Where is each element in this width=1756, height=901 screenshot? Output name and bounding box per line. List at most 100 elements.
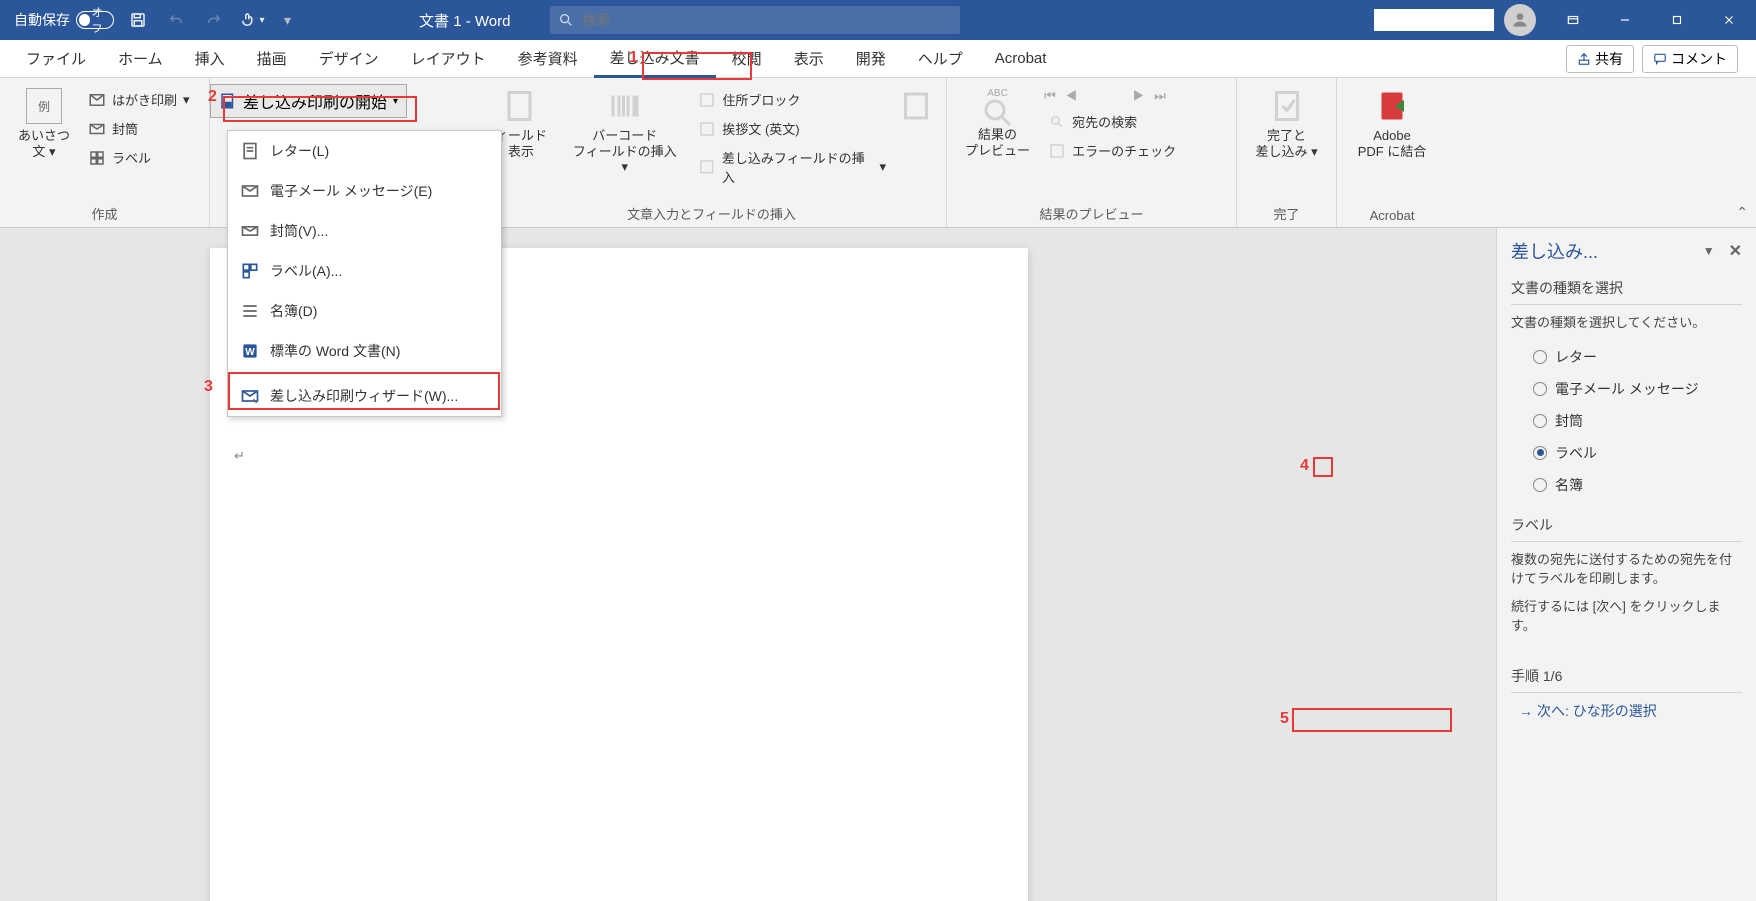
dropdown-directory[interactable]: 名簿(D) bbox=[228, 291, 501, 331]
record-nav[interactable]: ⏮ ◀ ▶ ⏭ bbox=[1044, 88, 1180, 104]
section-label-title: ラベル bbox=[1511, 515, 1742, 535]
letter-icon bbox=[240, 141, 260, 161]
share-icon bbox=[1577, 52, 1591, 66]
preview-results-button[interactable]: ABC 結果の プレビュー bbox=[957, 84, 1038, 162]
address-block-button[interactable]: 住所ブロック bbox=[694, 88, 890, 111]
directory-icon bbox=[240, 301, 260, 321]
next-step-link[interactable]: → 次へ: ひな形の選択 bbox=[1519, 701, 1742, 721]
barcode-button[interactable]: バーコード フィールドの挿入 ▾ bbox=[561, 84, 688, 179]
paragraph-mark: ↵ bbox=[234, 448, 245, 464]
autosave-label: 自動保存 bbox=[14, 10, 70, 30]
autosave-toggle[interactable]: 自動保存 オフ bbox=[14, 10, 114, 30]
radio-letter[interactable]: レター bbox=[1511, 341, 1742, 373]
wizard-icon bbox=[240, 386, 260, 406]
merge-field-icon bbox=[698, 158, 716, 176]
comment-icon bbox=[1653, 52, 1667, 66]
comment-button[interactable]: コメント bbox=[1642, 45, 1738, 73]
example-icon: 例 bbox=[26, 88, 62, 124]
barcode-icon bbox=[607, 88, 643, 124]
radio-label[interactable]: ラベル bbox=[1511, 437, 1742, 469]
insert-merge-field-button[interactable]: 差し込みフィールドの挿入 ▾ bbox=[694, 146, 890, 188]
taskpane-dropdown-icon[interactable]: ▼ bbox=[1703, 244, 1715, 258]
radio-email[interactable]: 電子メール メッセージ bbox=[1511, 373, 1742, 405]
search-box[interactable] bbox=[550, 6, 960, 34]
pdf-icon bbox=[1374, 88, 1410, 124]
radio-envelope[interactable]: 封筒 bbox=[1511, 405, 1742, 437]
radio-icon bbox=[1533, 350, 1547, 364]
start-mail-merge-dropdown: レター(L) 電子メール メッセージ(E) 封筒(V)... ラベル(A)...… bbox=[227, 130, 502, 417]
envelope-button[interactable]: 封筒 bbox=[84, 117, 194, 140]
dropdown-normal-word[interactable]: W 標準の Word 文書(N) bbox=[228, 331, 501, 371]
person-icon bbox=[1510, 10, 1530, 30]
tab-developer[interactable]: 開発 bbox=[840, 40, 902, 78]
tab-help[interactable]: ヘルプ bbox=[902, 40, 979, 78]
label-icon bbox=[88, 149, 106, 167]
section-doc-type-title: 文書の種類を選択 bbox=[1511, 278, 1742, 298]
mail-merge-task-pane: 差し込み... ▼ ✕ 文書の種類を選択 文書の種類を選択してください。 レター… bbox=[1496, 228, 1756, 901]
tab-references[interactable]: 参考資料 bbox=[502, 40, 594, 78]
dropdown-email[interactable]: 電子メール メッセージ(E) bbox=[228, 171, 501, 211]
group-finish-label: 完了 bbox=[1247, 200, 1326, 225]
undo-button[interactable] bbox=[162, 6, 190, 34]
envelope-icon bbox=[88, 120, 106, 138]
group-preview-label: 結果のプレビュー bbox=[957, 200, 1226, 225]
comment-label: コメント bbox=[1671, 49, 1727, 69]
collapse-ribbon-button[interactable]: ⌃ bbox=[1736, 204, 1748, 221]
maximize-button[interactable] bbox=[1652, 0, 1702, 40]
tab-design[interactable]: デザイン bbox=[303, 40, 395, 78]
document-title: 文書 1 - Word bbox=[419, 10, 510, 31]
labels-dd-icon bbox=[240, 261, 260, 281]
section-label-text1: 複数の宛先に送付するための宛先を付けてラベルを印刷します。 bbox=[1511, 550, 1742, 589]
tab-view[interactable]: 表示 bbox=[778, 40, 840, 78]
save-button[interactable] bbox=[124, 6, 152, 34]
postcard-print-button[interactable]: はがき印刷 ▾ bbox=[84, 88, 194, 111]
tab-layout[interactable]: レイアウト bbox=[395, 40, 502, 78]
merge-to-pdf-button[interactable]: Adobe PDF に結合 bbox=[1350, 84, 1435, 163]
tab-draw[interactable]: 描画 bbox=[241, 40, 303, 78]
find-recipient-button[interactable]: 宛先の検索 bbox=[1044, 110, 1180, 133]
dropdown-wizard[interactable]: 差し込み印刷ウィザード(W)... bbox=[228, 376, 501, 416]
document-area: ↵ bbox=[0, 228, 1496, 901]
tab-acrobat[interactable]: Acrobat bbox=[979, 40, 1063, 78]
address-icon bbox=[698, 91, 716, 109]
tab-insert[interactable]: 挿入 bbox=[179, 40, 241, 78]
start-mail-merge-button[interactable]: 差し込み印刷の開始 ▾ bbox=[210, 84, 407, 118]
account-avatar[interactable] bbox=[1504, 4, 1536, 36]
share-button[interactable]: 共有 bbox=[1566, 45, 1634, 73]
redo-button[interactable] bbox=[200, 6, 228, 34]
tab-home[interactable]: ホーム bbox=[102, 40, 179, 78]
greeting-text-button[interactable]: 例 あいさつ 文 ▾ bbox=[10, 84, 78, 163]
step-label: 手順 1/6 bbox=[1511, 666, 1742, 686]
radio-icon bbox=[1533, 478, 1547, 492]
rules-icon bbox=[898, 88, 934, 124]
greeting-icon bbox=[698, 120, 716, 138]
touch-mode-button[interactable]: ▾ bbox=[238, 6, 266, 34]
tab-file[interactable]: ファイル bbox=[10, 40, 102, 78]
user-name-box[interactable] bbox=[1374, 9, 1494, 31]
radio-directory[interactable]: 名簿 bbox=[1511, 469, 1742, 501]
dropdown-letters[interactable]: レター(L) bbox=[228, 131, 501, 171]
group-create-label: 作成 bbox=[10, 200, 199, 225]
greeting-label-2: 文 bbox=[32, 144, 45, 159]
envelope-dd-icon bbox=[240, 221, 260, 241]
rules-button[interactable] bbox=[896, 84, 936, 128]
group-acrobat-label: Acrobat bbox=[1347, 204, 1437, 225]
ribbon-display-button[interactable] bbox=[1548, 0, 1598, 40]
label-button[interactable]: ラベル bbox=[84, 146, 194, 169]
minimize-button[interactable] bbox=[1600, 0, 1650, 40]
radio-icon bbox=[1533, 382, 1547, 396]
check-errors-button[interactable]: エラーのチェック bbox=[1044, 139, 1180, 162]
search-input[interactable] bbox=[582, 12, 952, 28]
dropdown-labels[interactable]: ラベル(A)... bbox=[228, 251, 501, 291]
search-icon bbox=[558, 12, 574, 28]
finish-merge-button[interactable]: 完了と 差し込み ▾ bbox=[1247, 84, 1325, 163]
taskpane-close-button[interactable]: ✕ bbox=[1729, 241, 1742, 261]
ribbon-tabs: ファイル ホーム 挿入 描画 デザイン レイアウト 参考資料 差し込み文書 校閲… bbox=[0, 40, 1756, 78]
tab-mailings[interactable]: 差し込み文書 bbox=[594, 40, 716, 78]
tab-review[interactable]: 校閲 bbox=[716, 40, 778, 78]
start-merge-label: 差し込み印刷の開始 bbox=[243, 89, 387, 113]
finish-icon bbox=[1269, 88, 1305, 124]
dropdown-envelopes[interactable]: 封筒(V)... bbox=[228, 211, 501, 251]
greeting-line-button[interactable]: 挨拶文 (英文) bbox=[694, 117, 890, 140]
close-button[interactable] bbox=[1704, 0, 1754, 40]
